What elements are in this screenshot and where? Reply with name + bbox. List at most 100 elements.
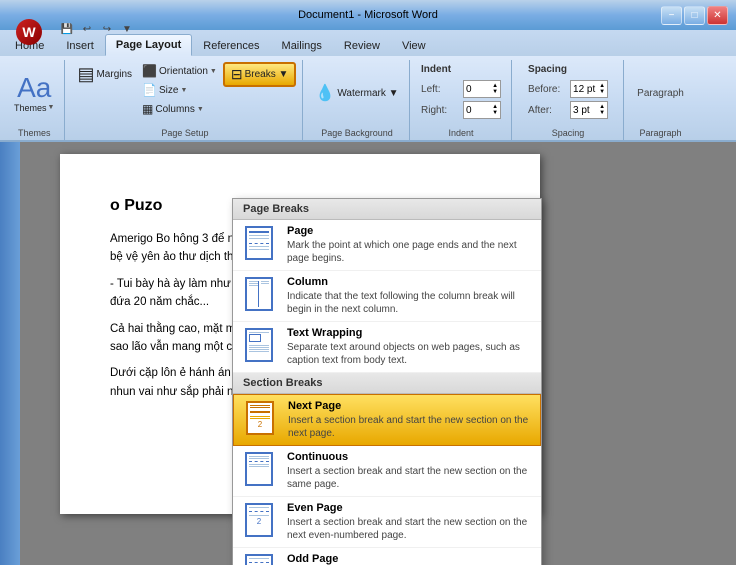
- tab-mailings[interactable]: Mailings: [271, 34, 333, 56]
- watermark-icon: 💧: [315, 83, 335, 103]
- indent-right-arrows[interactable]: ▲▼: [492, 104, 498, 116]
- menu-item-odd-page-text: Odd Page Insert a section break and star…: [287, 553, 533, 565]
- menu-item-continuous-text: Continuous Insert a section break and st…: [287, 451, 533, 491]
- columns-arrow: ▼: [197, 106, 204, 113]
- indent-left-arrows[interactable]: ▲▼: [492, 83, 498, 95]
- menu-item-next-page-text: Next Page Insert a section break and sta…: [288, 400, 532, 440]
- page-item-title: Page: [287, 225, 533, 237]
- orientation-col: ⬛ Orientation ▼ 📄 Size ▼ ▦ Columns ▼: [138, 62, 221, 118]
- themes-icon: Aa: [17, 74, 51, 102]
- ribbon-content: Aa Themes ▼ Themes ▤ Margins: [0, 56, 736, 140]
- spacing-group: Spacing Before: 12 pt ▲▼ After: 3 pt ▲▼: [514, 60, 624, 140]
- menu-item-column-text: Column Indicate that the text following …: [287, 276, 533, 316]
- even-page-item-desc: Insert a section break and start the new…: [287, 516, 533, 542]
- paragraph-group-label: Paragraph: [626, 128, 696, 138]
- indent-right-label: Right:: [421, 105, 459, 116]
- themes-button[interactable]: Aa Themes ▼: [10, 72, 58, 115]
- spacing-after-label: After:: [528, 105, 566, 116]
- indent-left-label: Left:: [421, 84, 459, 95]
- continuous-item-desc: Insert a section break and start the new…: [287, 465, 533, 491]
- watermark-button[interactable]: 💧 Watermark ▼: [311, 81, 402, 105]
- tab-view[interactable]: View: [391, 34, 437, 56]
- dropdown-qa-btn[interactable]: ▼: [118, 20, 136, 38]
- orientation-button[interactable]: ⬛ Orientation ▼: [138, 62, 221, 80]
- page-item-desc: Mark the point at which one page ends an…: [287, 239, 533, 265]
- odd-page-item-title: Odd Page: [287, 553, 533, 565]
- breaks-button[interactable]: ⊟ Breaks ▼: [223, 62, 297, 87]
- themes-dropdown-arrow: ▼: [48, 104, 55, 111]
- spacing-after-spinner[interactable]: 3 pt ▲▼: [570, 101, 608, 119]
- column-item-title: Column: [287, 276, 533, 288]
- ribbon: Home Insert Page Layout References Maili…: [0, 30, 736, 142]
- spacing-before-spinner[interactable]: 12 pt ▲▼: [570, 80, 608, 98]
- indent-group-label: Indent: [412, 128, 511, 138]
- text-wrapping-item-title: Text Wrapping: [287, 327, 533, 339]
- breaks-dropdown-menu[interactable]: Page Breaks Page Mark the point at which…: [232, 198, 542, 565]
- menu-item-text-wrapping[interactable]: Text Wrapping Separate text around objec…: [233, 322, 541, 373]
- indent-group: Indent Left: 0 ▲▼ Right: 0 ▲▼ Indent: [412, 60, 512, 140]
- indent-left-spinner[interactable]: 0 ▲▼: [463, 80, 501, 98]
- spacing-before-value: 12 pt: [573, 84, 595, 95]
- themes-label: Themes: [14, 103, 47, 113]
- page-background-group-label: Page Background: [305, 128, 408, 138]
- size-arrow: ▼: [180, 87, 187, 94]
- minimize-button[interactable]: −: [661, 6, 682, 25]
- column-item-desc: Indicate that the text following the col…: [287, 290, 533, 316]
- size-button[interactable]: 📄 Size ▼: [138, 81, 221, 99]
- document-area: o Puzo Amerigo Bo hông 3 để nghe công lý…: [0, 142, 736, 565]
- breaks-col: ⊟ Breaks ▼: [223, 62, 297, 87]
- page-background-group: 💧 Watermark ▼ Page Background: [305, 60, 409, 140]
- spacing-before-arrows[interactable]: ▲▼: [599, 83, 605, 95]
- save-qa-btn[interactable]: 💾: [58, 20, 76, 38]
- spacing-after-arrows[interactable]: ▲▼: [599, 104, 605, 116]
- spacing-before-label: Before:: [528, 84, 566, 95]
- window-controls: − □ ✕: [661, 6, 728, 25]
- menu-item-text-wrapping-text: Text Wrapping Separate text around objec…: [287, 327, 533, 367]
- even-page-item-title: Even Page: [287, 502, 533, 514]
- menu-item-page-text: Page Mark the point at which one page en…: [287, 225, 533, 265]
- menu-item-page[interactable]: Page Mark the point at which one page en…: [233, 220, 541, 271]
- margins-icon: ▤: [77, 64, 94, 85]
- margins-col: ▤ Margins: [73, 62, 136, 87]
- menu-item-odd-page[interactable]: Odd Page Insert a section break and star…: [233, 548, 541, 565]
- breaks-label: Breaks ▼: [245, 69, 289, 80]
- menu-item-continuous[interactable]: Continuous Insert a section break and st…: [233, 446, 541, 497]
- orientation-label: Orientation: [159, 66, 208, 77]
- indent-left-value: 0: [466, 84, 472, 95]
- indent-right-value: 0: [466, 105, 472, 116]
- maximize-button[interactable]: □: [684, 6, 705, 25]
- page-setup-group: ▤ Margins ⬛ Orientation ▼ 📄 Size ▼: [67, 60, 303, 140]
- columns-label: Columns: [155, 104, 194, 115]
- breaks-icon: ⊟: [231, 66, 243, 83]
- menu-item-column[interactable]: Column Indicate that the text following …: [233, 271, 541, 322]
- menu-item-next-page[interactable]: 2 Next Page Insert a section break and s…: [233, 394, 541, 446]
- watermark-label: Watermark ▼: [337, 88, 398, 99]
- next-page-item-desc: Insert a section break and start the new…: [288, 414, 532, 440]
- tab-references[interactable]: References: [192, 34, 270, 56]
- indent-right-spinner[interactable]: 0 ▲▼: [463, 101, 501, 119]
- title-bar: W 💾 ↩ ↪ ▼ Document1 - Microsoft Word − □…: [0, 0, 736, 30]
- margins-button[interactable]: ▤ Margins: [73, 62, 136, 87]
- quick-access-toolbar: 💾 ↩ ↪ ▼: [58, 20, 136, 38]
- undo-qa-btn[interactable]: ↩: [78, 20, 96, 38]
- size-icon: 📄: [142, 83, 157, 97]
- close-button[interactable]: ✕: [707, 6, 728, 25]
- page-break-icon: [241, 225, 277, 261]
- page-breaks-header: Page Breaks: [233, 199, 541, 220]
- next-page-item-title: Next Page: [288, 400, 532, 412]
- office-button[interactable]: W: [16, 19, 42, 45]
- spacing-after-value: 3 pt: [573, 105, 590, 116]
- text-wrapping-item-desc: Separate text around objects on web page…: [287, 341, 533, 367]
- even-page-break-icon: 2: [241, 502, 277, 538]
- menu-item-even-page-text: Even Page Insert a section break and sta…: [287, 502, 533, 542]
- margins-label: Margins: [96, 69, 132, 80]
- orientation-arrow: ▼: [210, 68, 217, 75]
- redo-qa-btn[interactable]: ↪: [98, 20, 116, 38]
- column-break-icon: [241, 276, 277, 312]
- left-strip: [0, 142, 20, 565]
- tab-review[interactable]: Review: [333, 34, 391, 56]
- columns-button[interactable]: ▦ Columns ▼: [138, 100, 221, 118]
- page-setup-group-label: Page Setup: [67, 128, 302, 138]
- menu-item-even-page[interactable]: 2 Even Page Insert a section break and s…: [233, 497, 541, 548]
- text-wrapping-icon: [241, 327, 277, 363]
